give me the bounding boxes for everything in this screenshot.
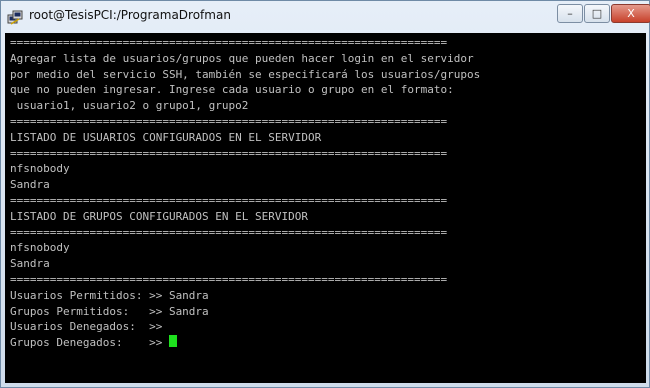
title-bar[interactable]: root@TesisPCI:/ProgramaDrofman – □ X (1, 1, 650, 33)
terminal-line: Agregar lista de usuarios/grupos que pue… (10, 51, 474, 65)
prompt-text: Grupos Denegados: >> (10, 336, 169, 350)
terminal-line: ========================================… (10, 193, 448, 207)
terminal-line: Sandra (10, 178, 50, 192)
terminal-line: ========================================… (10, 114, 448, 128)
terminal-line: Usuarios Denegados: >> (10, 320, 163, 334)
text-cursor[interactable] (168, 335, 177, 348)
terminal-line: ========================================… (10, 272, 448, 286)
terminal-line: ========================================… (10, 225, 448, 239)
terminal-line: que no pueden ingresar. Ingrese cada usu… (10, 83, 454, 97)
prompt-line: Grupos Denegados: >> (10, 335, 480, 351)
terminal-output: ========================================… (10, 35, 480, 351)
window-controls: – □ X (556, 4, 650, 24)
window-title: root@TesisPCI:/ProgramaDrofman (29, 8, 231, 22)
terminal-line: ========================================… (10, 36, 448, 49)
terminal-area[interactable]: ========================================… (5, 33, 646, 383)
terminal-line: ========================================… (10, 146, 448, 160)
putty-icon (7, 10, 23, 25)
terminal-line: Usuarios Permitidos: >> Sandra (10, 288, 209, 302)
close-button[interactable]: X (611, 4, 650, 23)
terminal-line: nfsnobody (10, 162, 70, 176)
terminal-window: root@TesisPCI:/ProgramaDrofman – □ X ===… (0, 0, 650, 388)
terminal-line: Sandra (10, 257, 50, 271)
terminal-line: usuario1, usuario2 o grupo1, grupo2 (10, 99, 249, 113)
terminal-line: por medio del servicio SSH, también se e… (10, 67, 481, 81)
minimize-button[interactable]: – (557, 4, 583, 23)
terminal-line: LISTADO DE GRUPOS CONFIGURADOS EN EL SER… (10, 209, 309, 223)
terminal-line: nfsnobody (10, 241, 70, 255)
terminal-line: LISTADO DE USUARIOS CONFIGURADOS EN EL S… (10, 130, 322, 144)
terminal-line: Grupos Permitidos: >> Sandra (10, 304, 209, 318)
maximize-button[interactable]: □ (584, 4, 610, 23)
